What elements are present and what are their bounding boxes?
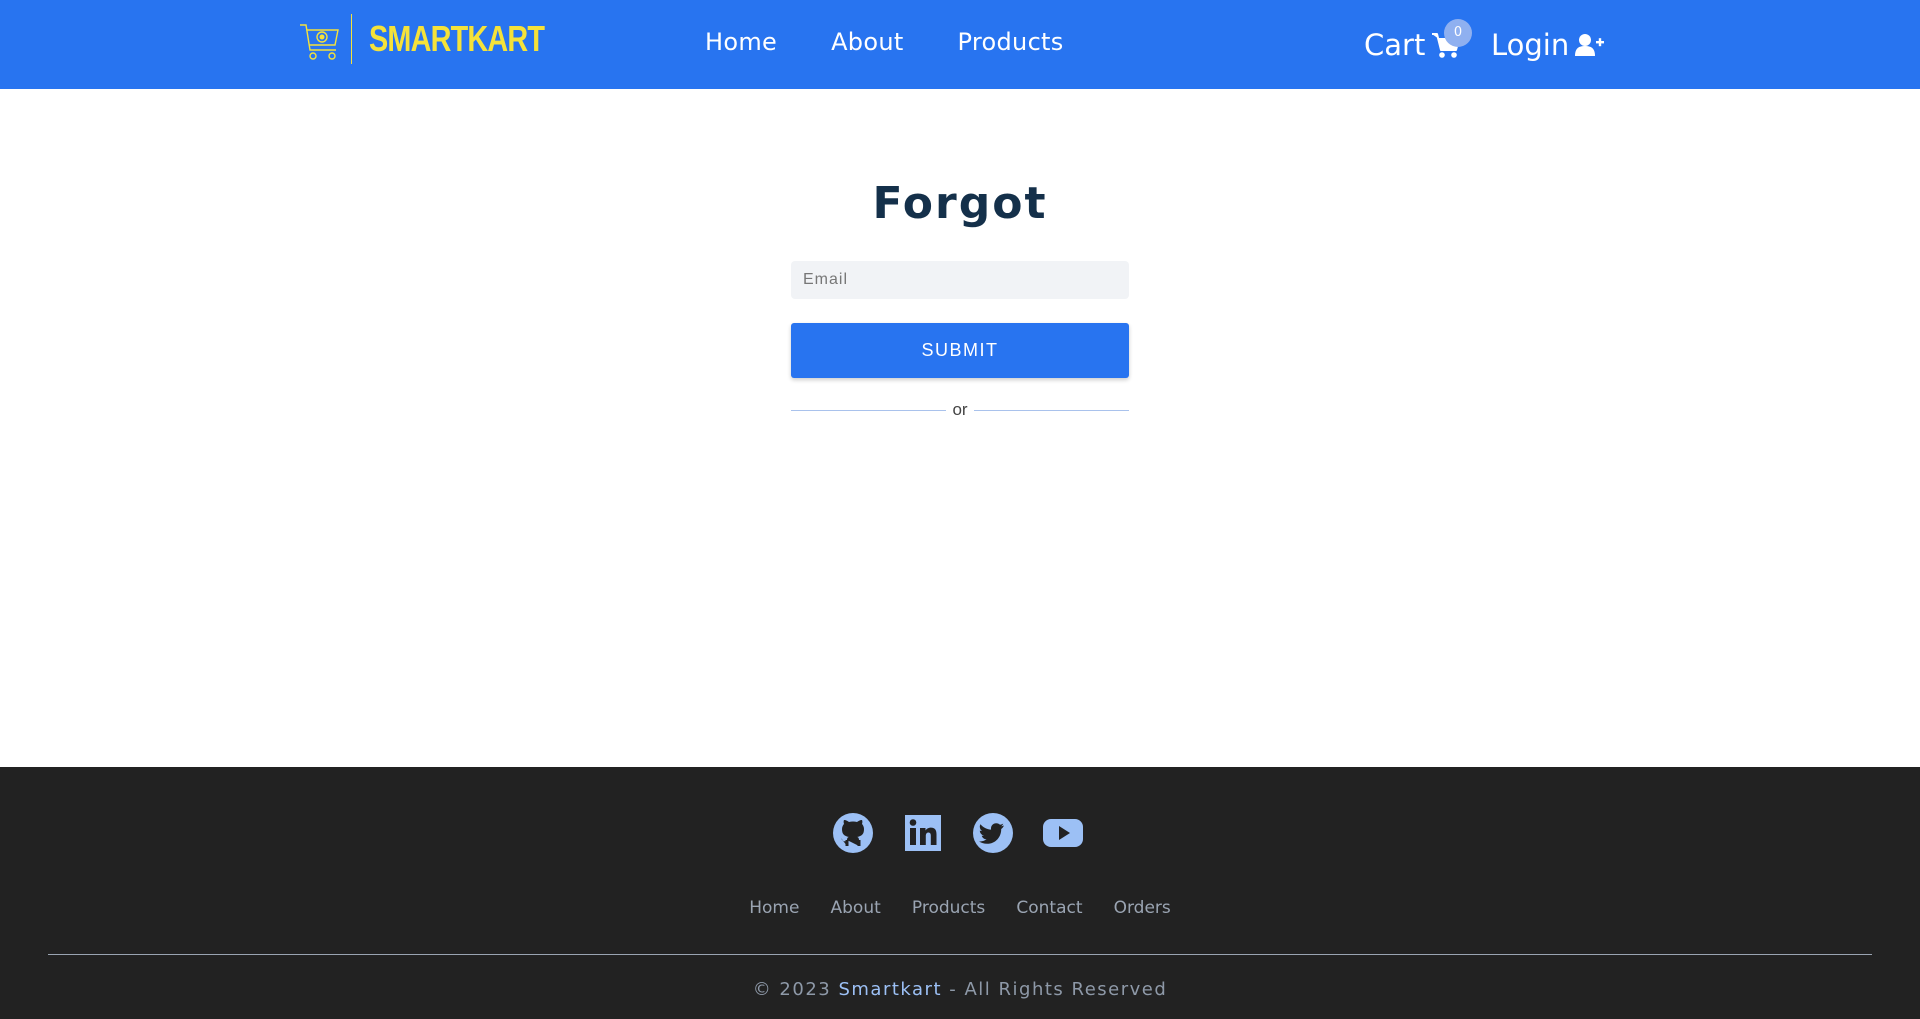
copyright-prefix: © 2023 xyxy=(752,979,832,1000)
user-plus-icon xyxy=(1575,34,1605,56)
youtube-icon[interactable] xyxy=(1043,813,1083,853)
github-icon[interactable] xyxy=(833,813,873,853)
footer-link-orders[interactable]: Orders xyxy=(1114,898,1171,918)
submit-button[interactable]: SUBMIT xyxy=(791,323,1129,378)
shopping-cart-icon xyxy=(300,24,339,60)
nav-home[interactable]: Home xyxy=(705,28,777,56)
divider-line-left xyxy=(791,410,946,411)
logo-divider xyxy=(351,14,352,64)
divider-line-right xyxy=(974,410,1129,411)
login-link[interactable]: Login xyxy=(1491,28,1605,62)
email-field[interactable] xyxy=(791,261,1129,299)
linkedin-icon[interactable] xyxy=(903,813,943,853)
page-title: Forgot xyxy=(872,178,1048,229)
footer-link-about[interactable]: About xyxy=(831,898,881,918)
copyright-brand: Smartkart xyxy=(838,979,943,1000)
footer-link-contact[interactable]: Contact xyxy=(1016,898,1082,918)
footer-nav: Home About Products Contact Orders xyxy=(0,898,1920,918)
footer-divider xyxy=(48,954,1872,955)
copyright-text: © 2023 Smartkart - All Rights Reserved xyxy=(0,979,1920,1000)
footer-link-products[interactable]: Products xyxy=(912,898,985,918)
brand-logo[interactable]: SMARTKART xyxy=(298,14,588,64)
cart-count-badge: 0 xyxy=(1444,19,1472,47)
footer-link-home[interactable]: Home xyxy=(749,898,799,918)
nav-about[interactable]: About xyxy=(831,28,903,56)
social-links xyxy=(833,813,1113,853)
twitter-icon[interactable] xyxy=(973,813,1013,853)
copyright-suffix: - All Rights Reserved xyxy=(949,979,1168,1000)
brand-name: SMARTKART xyxy=(369,18,545,59)
cart-label: Cart xyxy=(1364,28,1426,62)
nav-products[interactable]: Products xyxy=(958,28,1064,56)
top-navbar: SMARTKART Home About Products Cart 0 Log… xyxy=(0,0,1920,89)
login-label: Login xyxy=(1491,28,1570,62)
main-nav: Home About Products xyxy=(705,28,1118,56)
